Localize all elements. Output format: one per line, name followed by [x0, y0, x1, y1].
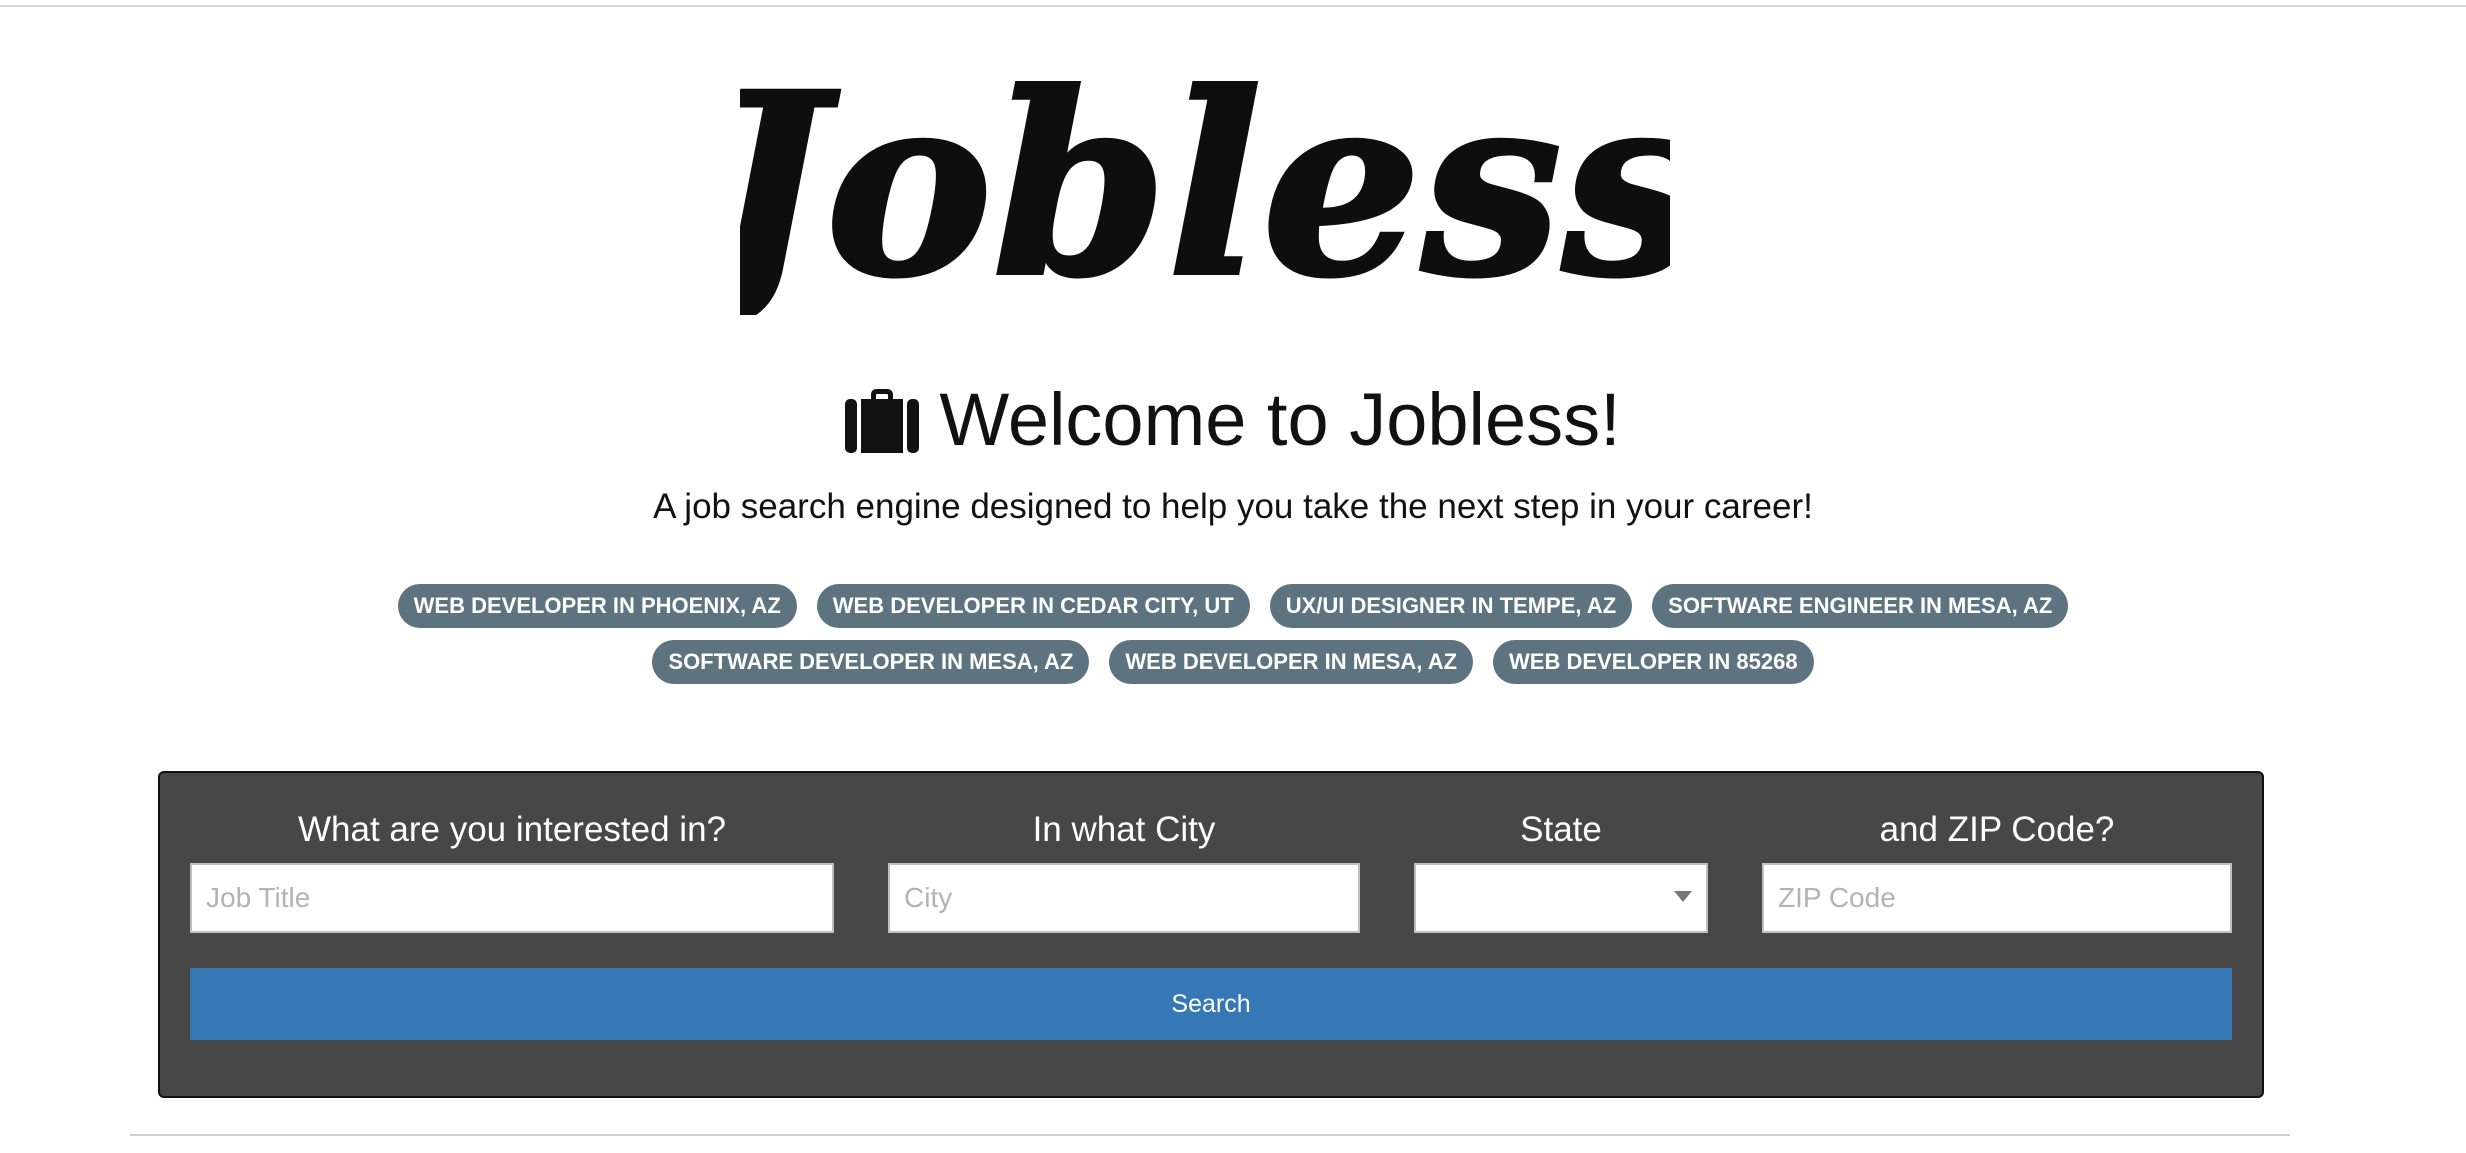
- zip-label: and ZIP Code?: [1879, 810, 2115, 849]
- recent-searches: WEB DEVELOPER IN PHOENIX, AZ WEB DEVELOP…: [0, 584, 2466, 696]
- recent-searches-row: WEB DEVELOPER IN PHOENIX, AZ WEB DEVELOP…: [0, 584, 2466, 628]
- search-chip[interactable]: WEB DEVELOPER IN CEDAR CITY, UT: [816, 584, 1250, 628]
- bottom-divider: [130, 1134, 2290, 1136]
- briefcase-icon: [845, 389, 920, 453]
- search-button[interactable]: Search: [190, 968, 2232, 1040]
- state-label: State: [1520, 810, 1602, 849]
- page-title: Welcome to Jobless!: [939, 378, 1621, 461]
- chevron-down-icon: [1674, 891, 1692, 902]
- job-title-label: What are you interested in?: [297, 810, 726, 849]
- search-chip[interactable]: UX/UI DESIGNER IN TEMPE, AZ: [1269, 584, 1633, 628]
- job-title-input[interactable]: [190, 863, 834, 933]
- city-input[interactable]: [888, 863, 1360, 933]
- city-field: In what City: [888, 809, 1360, 933]
- search-chip[interactable]: WEB DEVELOPER IN 85268: [1493, 640, 1814, 684]
- search-chip[interactable]: WEB DEVELOPER IN MESA, AZ: [1109, 640, 1474, 684]
- state-select[interactable]: [1414, 863, 1708, 933]
- search-chip[interactable]: SOFTWARE ENGINEER IN MESA, AZ: [1652, 584, 2069, 628]
- top-divider: [0, 5, 2466, 7]
- state-field: State: [1414, 809, 1708, 933]
- zip-input[interactable]: [1762, 863, 2232, 933]
- zip-field: and ZIP Code?: [1762, 809, 2232, 933]
- city-label: In what City: [1032, 810, 1216, 849]
- search-panel: What are you interested in? In what City…: [158, 771, 2264, 1098]
- search-chip[interactable]: WEB DEVELOPER IN PHOENIX, AZ: [397, 584, 797, 628]
- job-title-field: What are you interested in?: [190, 809, 834, 933]
- search-chip[interactable]: SOFTWARE DEVELOPER IN MESA, AZ: [652, 640, 1090, 684]
- welcome-header: Welcome to Jobless!: [0, 370, 2466, 470]
- svg-text:Jobless: Jobless: [740, 55, 1670, 315]
- jobless-logo: Jobless: [665, 36, 1704, 334]
- recent-searches-row: SOFTWARE DEVELOPER IN MESA, AZ WEB DEVEL…: [0, 640, 2466, 684]
- page-subtitle: A job search engine designed to help you…: [653, 487, 1813, 526]
